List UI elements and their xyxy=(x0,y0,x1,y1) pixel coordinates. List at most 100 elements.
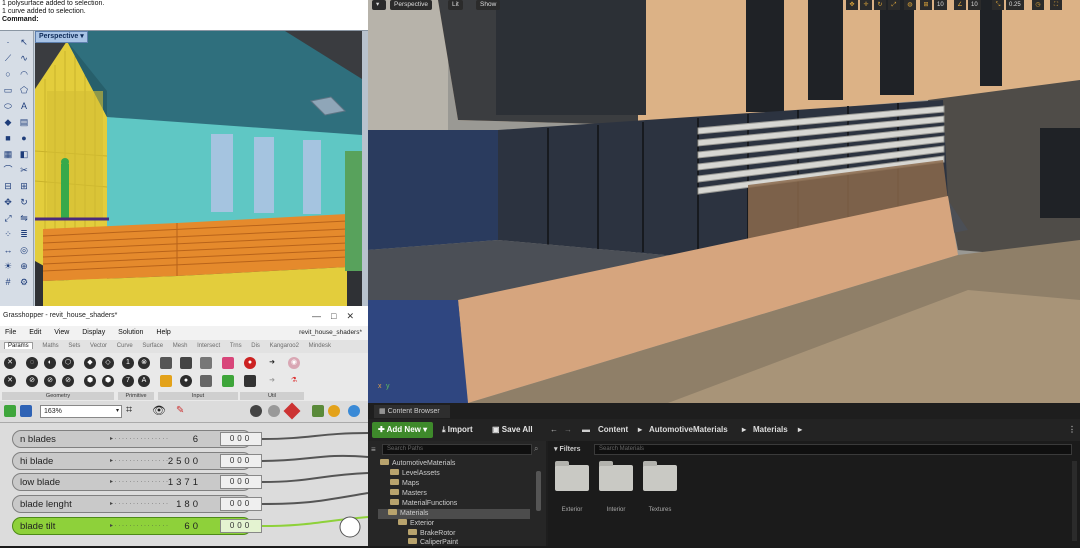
rectangle-icon[interactable]: ▭ xyxy=(2,85,14,96)
data-dam-icon[interactable] xyxy=(244,375,256,387)
grasshopper-canvas[interactable]: n blades ▸ · · · · · · · · · · · · · · ·… xyxy=(0,423,368,546)
value-list-icon[interactable] xyxy=(200,375,212,387)
tree-item-automotive-materials[interactable]: AutomotiveMaterials xyxy=(380,459,455,469)
add-new-button[interactable]: ✚ Add New ▾ xyxy=(372,422,434,438)
breadcrumb-materials[interactable]: Materials xyxy=(753,422,788,438)
back-arrow-icon[interactable]: ← xyxy=(550,422,558,438)
rotation-snap-icon[interactable]: ∠ xyxy=(954,0,966,10)
relay-util-icon[interactable]: ➜ xyxy=(266,375,278,387)
mesh-icon[interactable]: ▦ xyxy=(2,149,14,160)
extrude-icon[interactable]: ▤ xyxy=(18,117,30,128)
tab-params[interactable]: Params xyxy=(4,342,33,349)
maximize-viewport-icon[interactable]: ⛶ xyxy=(1050,0,1062,10)
tree-item-level-assets[interactable]: LevelAssets xyxy=(390,469,440,479)
filters-button[interactable]: ▾ Filters xyxy=(554,444,580,455)
sphere-icon[interactable]: ● xyxy=(18,133,30,144)
selected-preview-icon[interactable] xyxy=(312,405,324,417)
asset-folder-exterior[interactable]: Exterior xyxy=(552,461,592,521)
open-file-icon[interactable] xyxy=(4,405,16,417)
zoom-select[interactable]: 163% ▾ xyxy=(40,405,122,418)
minimize-icon[interactable]: — xyxy=(312,311,331,321)
tree-item-material-functions[interactable]: MaterialFunctions xyxy=(390,499,457,509)
grid-icon[interactable]: # xyxy=(2,277,14,288)
array-icon[interactable]: ⁘ xyxy=(2,229,14,240)
trim-icon[interactable]: ✂ xyxy=(18,165,30,176)
camera-speed-icon[interactable]: ◷ xyxy=(1032,0,1044,10)
gauge-util-icon[interactable]: ◉ xyxy=(288,357,300,369)
close-icon[interactable]: ✕ xyxy=(346,311,364,321)
tree-item-materials[interactable]: Materials xyxy=(378,509,530,519)
surface-icon[interactable]: ◆ xyxy=(2,117,14,128)
group-param-icon[interactable]: ⬢ xyxy=(102,375,114,387)
tab-kangaroo2[interactable]: Kangaroo2 xyxy=(270,343,299,349)
sketch-icon[interactable]: ✎ xyxy=(176,405,184,416)
sources-toggle-icon[interactable]: ≡ xyxy=(371,445,376,454)
curve-icon[interactable]: ∿ xyxy=(18,53,30,64)
slider-grip-icon[interactable]: ▸ · · · · · · · · · · · · · · · xyxy=(110,496,168,513)
slider-low-blade[interactable]: low blade ▸ · · · · · · · · · · · · · · … xyxy=(12,473,252,491)
scale-snap-icon[interactable]: ⤡ xyxy=(992,0,1004,10)
slider-blade-tilt[interactable]: blade tilt ▸ · · · · · · · · · · · · · ·… xyxy=(12,517,252,535)
menu-file[interactable]: File xyxy=(5,329,16,336)
menu-solution[interactable]: Solution xyxy=(118,329,143,336)
unreal-level-viewport[interactable]: x y ▾ Perspective Lit Show ✥ ✛ ↻ ⤢ ◍ ⊞ 1… xyxy=(368,0,1080,403)
tree-item-maps[interactable]: Maps xyxy=(390,479,419,489)
select-mode-icon[interactable]: ✥ xyxy=(846,0,858,10)
split-icon[interactable]: ⊟ xyxy=(2,181,14,192)
box-icon[interactable]: ■ xyxy=(2,133,14,144)
field-param-icon[interactable]: ◇ xyxy=(102,357,114,369)
preview-icon[interactable] xyxy=(250,405,262,417)
search-paths-input[interactable]: Search Paths xyxy=(382,444,532,455)
integer-param-icon[interactable]: ⊗ xyxy=(138,357,150,369)
ellipse-icon[interactable]: ⬭ xyxy=(2,101,14,112)
join-icon[interactable]: ⊞ xyxy=(18,181,30,192)
tree-item-masters[interactable]: Masters xyxy=(390,489,427,499)
fillet-icon[interactable]: ⌒ xyxy=(2,165,14,176)
boolean-icon[interactable]: ◧ xyxy=(18,149,30,160)
menu-display[interactable]: Display xyxy=(82,329,105,336)
slider-grip-icon[interactable]: ▸ · · · · · · · · · · · · · · · xyxy=(110,453,168,470)
rotate-icon[interactable]: ↻ xyxy=(874,0,886,10)
mesh-param-icon[interactable]: ◆ xyxy=(84,357,96,369)
scale-snap-value[interactable]: 0.25 xyxy=(1006,0,1024,10)
render-icon[interactable]: ☀ xyxy=(2,261,14,272)
lit-button[interactable]: Lit xyxy=(448,0,463,10)
tab-mesh[interactable]: Mesh xyxy=(173,343,188,349)
slider-hi-blade[interactable]: hi blade ▸ · · · · · · · · · · · · · · ·… xyxy=(12,452,252,470)
boolean-param-icon[interactable]: 1 xyxy=(122,357,134,369)
arrow-util-icon[interactable]: ➜ xyxy=(266,357,278,369)
world-space-icon[interactable]: ◍ xyxy=(904,0,916,10)
point-param-icon[interactable]: ✕ xyxy=(4,375,16,387)
tab-maths[interactable]: Maths xyxy=(42,343,58,349)
lock-icon[interactable]: ⋮ xyxy=(1068,422,1076,438)
line-param-icon[interactable]: ⊘ xyxy=(44,375,56,387)
settings-icon[interactable]: ⚙ xyxy=(18,277,30,288)
brep-param-icon[interactable]: ⬡ xyxy=(62,357,74,369)
analyze-icon[interactable]: ◎ xyxy=(18,245,30,256)
dial-input-icon[interactable]: ● xyxy=(180,375,192,387)
asset-folder-interior[interactable]: Interior xyxy=(596,461,636,521)
tree-item-exterior[interactable]: Exterior xyxy=(398,519,434,529)
tab-trns[interactable]: Trns xyxy=(230,343,242,349)
menu-edit[interactable]: Edit xyxy=(29,329,41,336)
rhino-viewport-tab[interactable]: Perspective ▾ xyxy=(35,31,88,43)
asset-scrollbar[interactable] xyxy=(1072,461,1077,541)
menu-help[interactable]: Help xyxy=(156,329,170,336)
slider-blade-length[interactable]: blade lenght ▸ · · · · · · · · · · · · ·… xyxy=(12,495,252,513)
asset-folder-textures[interactable]: Textures xyxy=(640,461,680,521)
number-param-icon[interactable]: 7 xyxy=(122,375,134,387)
translate-icon[interactable]: ✛ xyxy=(860,0,872,10)
rotate-icon[interactable]: ↻ xyxy=(18,197,30,208)
toggle-input-icon[interactable] xyxy=(200,357,212,369)
point-icon[interactable]: · xyxy=(2,37,14,48)
flask-util-icon[interactable]: ⚗ xyxy=(288,375,300,387)
tab-sets[interactable]: Sets xyxy=(68,343,80,349)
tree-item-caliper-paint[interactable]: CaliperPaint xyxy=(408,538,458,548)
move-icon[interactable]: ✥ xyxy=(2,197,14,208)
forward-arrow-icon[interactable]: → xyxy=(564,422,572,438)
disable-icon[interactable] xyxy=(268,405,280,417)
rotation-snap-value[interactable]: 10 xyxy=(968,0,981,10)
breadcrumb-content[interactable]: Content xyxy=(598,422,628,438)
maximize-icon[interactable]: □ xyxy=(331,311,346,321)
text-icon[interactable]: A xyxy=(18,101,30,112)
